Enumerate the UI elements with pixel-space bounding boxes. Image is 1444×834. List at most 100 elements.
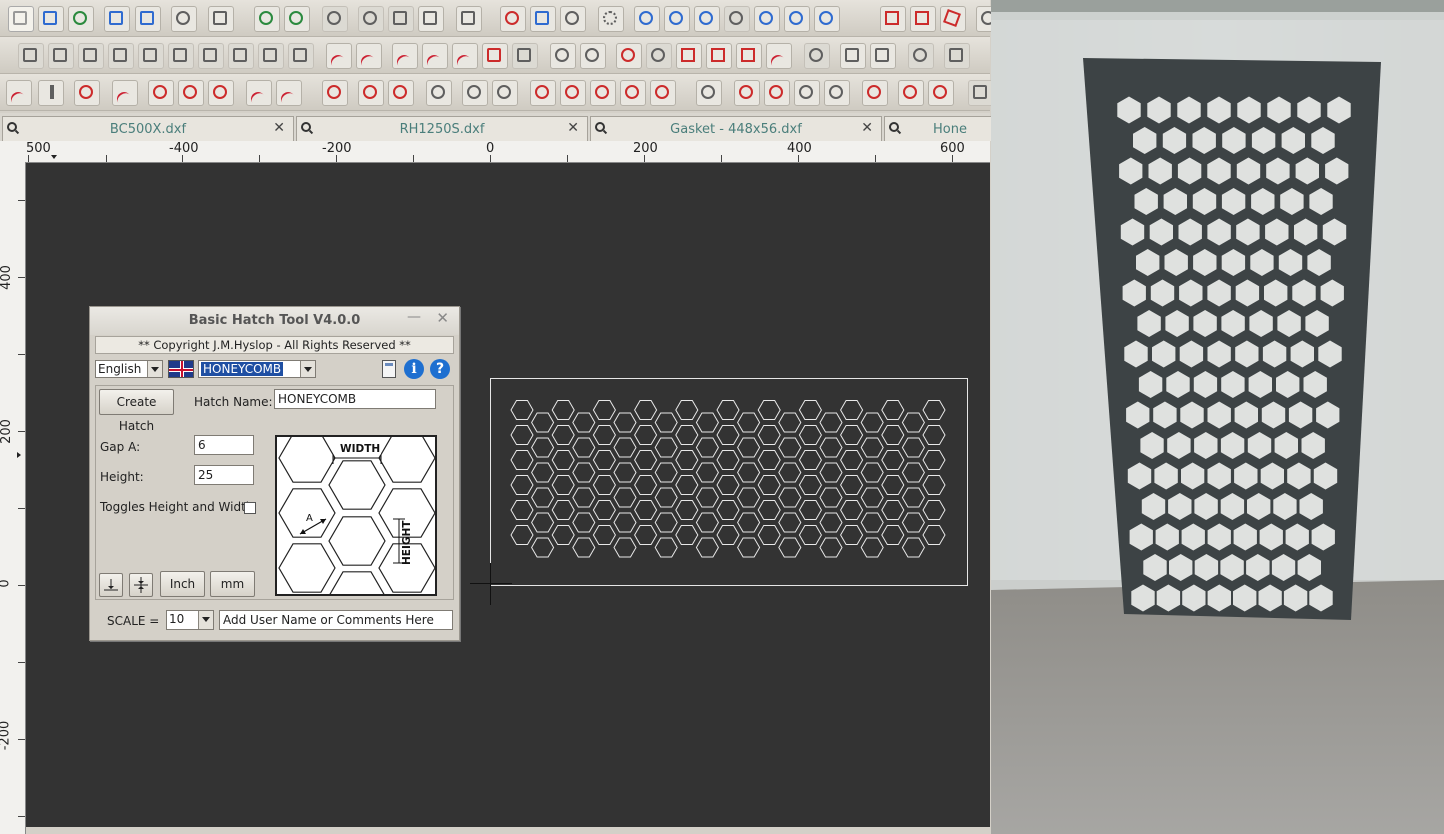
bezier-icon[interactable] [862,80,888,106]
close-icon[interactable]: ✕ [273,120,285,136]
freehand-icon[interactable] [898,80,924,106]
svg-export-icon[interactable] [171,6,197,32]
close-icon[interactable]: ✕ [567,120,579,136]
save-icon[interactable] [104,6,130,32]
triangle-icon[interactable] [74,80,100,106]
line-icon[interactable] [326,43,352,72]
ellipse-axis-icon[interactable] [560,80,586,106]
calculator-icon[interactable] [382,360,396,378]
circle-tangent-icon[interactable] [462,80,488,106]
measure-icon[interactable] [908,43,934,69]
fillet-icon[interactable] [550,43,576,69]
cut-icon[interactable] [358,6,384,32]
help-icon[interactable]: ? [430,359,450,379]
inch-button[interactable]: Inch [160,571,205,597]
ellipse-center-icon[interactable] [620,80,646,106]
ellipse-icon[interactable] [530,80,556,106]
layer-icon[interactable] [870,43,896,69]
zoom-previous-icon[interactable] [754,6,780,32]
snap-intersect-icon[interactable] [228,43,254,69]
circle-2pt-icon[interactable] [358,80,384,106]
align-icon[interactable] [288,43,314,69]
bisect-icon[interactable] [452,43,478,72]
pan-icon[interactable] [814,6,840,32]
curve-3-icon[interactable] [794,80,820,106]
pattern-select[interactable]: HONEYCOMB [198,360,316,378]
line-angle-icon[interactable] [356,43,382,72]
new-file-icon[interactable] [8,6,34,32]
divide-icon[interactable] [706,43,732,69]
snap-icon[interactable] [18,43,44,69]
edit-icon[interactable] [135,6,161,32]
language-select[interactable]: English [95,360,163,378]
split-icon[interactable] [736,43,762,69]
curve-2-icon[interactable] [764,80,790,106]
grid-icon[interactable] [598,6,624,32]
snap-tangent-icon[interactable] [168,43,194,69]
cross-line-icon[interactable] [246,80,272,109]
zoom-fit-icon[interactable] [694,6,720,32]
align-center-button[interactable] [129,573,153,597]
mm-button[interactable]: mm [210,571,255,597]
graph-icon[interactable] [530,6,556,32]
open-folder-icon[interactable] [38,6,64,32]
circle-slash-icon[interactable] [560,6,586,32]
rectangle-icon[interactable] [880,6,906,32]
block-icon[interactable] [482,43,508,69]
angled-line-icon[interactable] [112,80,138,109]
parallel-icon[interactable] [392,43,418,72]
eraser-icon[interactable] [322,6,348,32]
arc-tangent-icon[interactable] [208,80,234,106]
close-icon[interactable]: ✕ [436,309,449,327]
gap-input[interactable]: 6 [194,435,254,455]
circle-center-icon[interactable] [322,80,348,106]
insert-text-icon[interactable] [840,43,866,69]
zoom-in-icon[interactable] [634,6,660,32]
snap-end-icon[interactable] [48,43,74,69]
trim-icon[interactable] [616,43,642,69]
snap-perp-icon[interactable] [138,43,164,69]
arc-center-icon[interactable] [178,80,204,106]
rectangle-corner-icon[interactable] [910,6,936,32]
tab-bc500x[interactable]: BC500X.dxf ✕ [2,116,294,141]
stretch-icon[interactable] [766,43,792,72]
hatch-name-input[interactable]: HONEYCOMB [274,389,436,409]
arc-3pt-icon[interactable] [148,80,174,106]
arch-icon[interactable] [824,80,850,106]
align-bottom-button[interactable] [99,573,123,597]
minimize-icon[interactable]: — [407,309,421,325]
polyline-icon[interactable] [928,80,954,106]
circle-icon[interactable] [426,80,452,106]
tab-rh1250s[interactable]: RH1250S.dxf ✕ [296,116,588,141]
create-hatch-button[interactable]: Create Hatch [99,389,174,433]
paste-icon[interactable] [418,6,444,32]
polygon-sides-icon[interactable] [650,80,676,106]
vertical-line-icon[interactable] [38,80,64,106]
rotated-rectangle-icon[interactable] [940,6,966,32]
curve-icon[interactable] [734,80,760,106]
copy-icon[interactable] [388,6,414,32]
spline-icon[interactable] [696,80,722,106]
pen-icon[interactable] [500,6,526,32]
zoom-out-icon[interactable] [664,6,690,32]
extend-icon[interactable] [646,43,672,69]
ellipse-arc-icon[interactable] [590,80,616,106]
tab-honeycomb[interactable]: Hone [884,116,991,141]
circle-tan-tan-icon[interactable] [492,80,518,106]
chamfer-icon[interactable] [580,43,606,69]
zoom-extents-icon[interactable] [784,6,810,32]
toggle-checkbox[interactable] [244,502,256,514]
cross-x-icon[interactable] [276,80,302,109]
print-icon[interactable] [208,6,234,32]
units-icon[interactable] [456,6,482,32]
group-icon[interactable] [944,43,970,69]
circle-3pt-icon[interactable] [388,80,414,106]
offset-icon[interactable] [422,43,448,72]
dimension-icon[interactable] [512,43,538,69]
scale-select[interactable]: 10 [166,610,214,630]
comments-input[interactable]: Add User Name or Comments Here [219,610,453,630]
break-icon[interactable] [676,43,702,69]
move-icon[interactable] [804,43,830,69]
snap-free-icon[interactable] [258,43,284,69]
snap-nearest-icon[interactable] [198,43,224,69]
